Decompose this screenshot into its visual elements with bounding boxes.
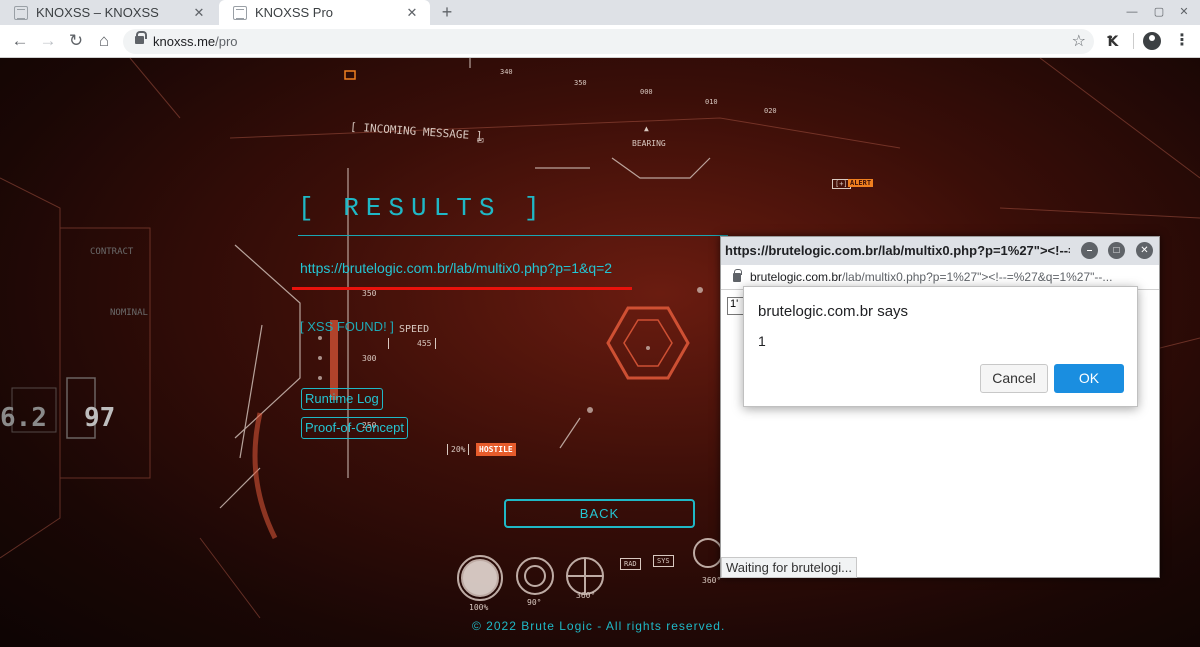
- alert-dialog: brutelogic.com.br says 1 Cancel OK: [743, 286, 1138, 407]
- compass-000: 000: [640, 88, 653, 96]
- toolbar-divider: [1133, 33, 1134, 49]
- menu-kebab-icon[interactable]: ⋮: [1172, 29, 1192, 53]
- scale-300: 300: [362, 354, 377, 363]
- address-bar[interactable]: knoxss.me/pro ☆: [123, 29, 1094, 54]
- tab-bar: KNOXSS – KNOXSS ✕ KNOXSS Pro ✕ + — ▢ ✕: [0, 0, 1200, 25]
- popup-maximize-icon[interactable]: □: [1108, 242, 1125, 259]
- close-icon[interactable]: ✕: [191, 5, 207, 21]
- hostile-percent: 20%: [447, 444, 470, 455]
- compass-350: 350: [574, 79, 587, 87]
- results-title: [ RESULTS ]: [298, 193, 547, 223]
- cancel-button[interactable]: Cancel: [980, 364, 1048, 393]
- compass-010: 010: [705, 98, 718, 106]
- lock-icon: [135, 31, 147, 46]
- dialog-message: 1: [758, 333, 766, 349]
- home-icon[interactable]: ⌂: [92, 29, 116, 53]
- window-close-icon[interactable]: ✕: [1174, 3, 1194, 21]
- mail-icon: ✉: [477, 133, 484, 146]
- extension-icon[interactable]: Ꝁ: [1100, 29, 1124, 53]
- results-divider: [298, 235, 728, 236]
- back-arrow-icon[interactable]: ←: [8, 29, 32, 53]
- forward-arrow-icon[interactable]: →: [36, 29, 60, 53]
- popup-close-icon[interactable]: ✕: [1136, 242, 1153, 259]
- bearing-caret-icon: ▲: [644, 124, 649, 133]
- dial-360b: 360°: [702, 576, 722, 585]
- profile-avatar-icon[interactable]: [1143, 32, 1161, 50]
- contract-label: CONTRACT: [90, 247, 134, 257]
- back-button[interactable]: BACK: [504, 499, 695, 528]
- sys-button: SYS: [653, 555, 674, 567]
- runtime-log-button[interactable]: Runtime Log: [301, 388, 383, 410]
- proof-of-concept-button[interactable]: Proof-of-Concept: [301, 417, 408, 439]
- readout-left: 6.2: [0, 403, 47, 433]
- knoxss-favicon-icon: [14, 5, 28, 20]
- tab-label: KNOXSS Pro: [255, 5, 334, 20]
- scale-350: 350: [362, 289, 377, 298]
- popup-minimize-icon[interactable]: –: [1081, 242, 1098, 259]
- red-underline-annotation: [292, 287, 632, 290]
- dial-90: 90°: [527, 598, 542, 607]
- tab-label: KNOXSS – KNOXSS: [36, 5, 159, 20]
- dialog-title: brutelogic.com.br says: [758, 303, 909, 320]
- target-url: https://brutelogic.com.br/lab/multix0.ph…: [300, 260, 613, 276]
- reload-icon[interactable]: ↻: [64, 29, 88, 53]
- copyright: © 2022 Brute Logic - All rights reserved…: [472, 619, 726, 633]
- knoxss-favicon-icon: [233, 5, 247, 20]
- speed-label: SPEED: [399, 324, 430, 335]
- new-tab-plus-icon[interactable]: +: [436, 1, 458, 23]
- maximize-icon[interactable]: ▢: [1149, 3, 1169, 21]
- tab-knoxss[interactable]: KNOXSS – KNOXSS ✕: [0, 0, 217, 25]
- close-icon[interactable]: ✕: [404, 5, 420, 21]
- bearing-label: BEARING: [632, 139, 666, 148]
- speed-readout: 455: [388, 338, 437, 349]
- status-bar: Waiting for brutelogi...: [721, 557, 857, 578]
- alert-badge: ALERT: [848, 179, 874, 187]
- hostile-badge: HOSTILE: [476, 443, 516, 456]
- readout-right: 97: [84, 403, 116, 433]
- compass-340: 340: [500, 68, 513, 76]
- minimize-icon[interactable]: —: [1122, 3, 1142, 21]
- xss-found-label: [ XSS FOUND! ]: [300, 319, 394, 334]
- nominal-label: NOMINAL: [110, 308, 148, 318]
- bookmark-star-icon[interactable]: ☆: [1072, 31, 1086, 51]
- address-url: knoxss.me/pro: [153, 34, 238, 49]
- popup-titlebar: https://brutelogic.com.br/lab/multix0.ph…: [721, 237, 1159, 265]
- dial-360a: 360°: [576, 591, 596, 600]
- popup-title: https://brutelogic.com.br/lab/multix0.ph…: [725, 243, 1070, 258]
- dial-100: 100%: [469, 603, 489, 612]
- compass-020: 020: [764, 107, 777, 115]
- ok-button[interactable]: OK: [1054, 364, 1124, 393]
- tab-knoxss-pro[interactable]: KNOXSS Pro ✕: [219, 0, 430, 25]
- popup-url: brutelogic.com.br/lab/multix0.php?p=1%27…: [750, 270, 1113, 284]
- rad-button: RAD: [620, 558, 641, 570]
- browser-toolbar: ← → ↻ ⌂ knoxss.me/pro ☆ Ꝁ ⋮: [0, 25, 1200, 58]
- lock-icon: [733, 269, 742, 282]
